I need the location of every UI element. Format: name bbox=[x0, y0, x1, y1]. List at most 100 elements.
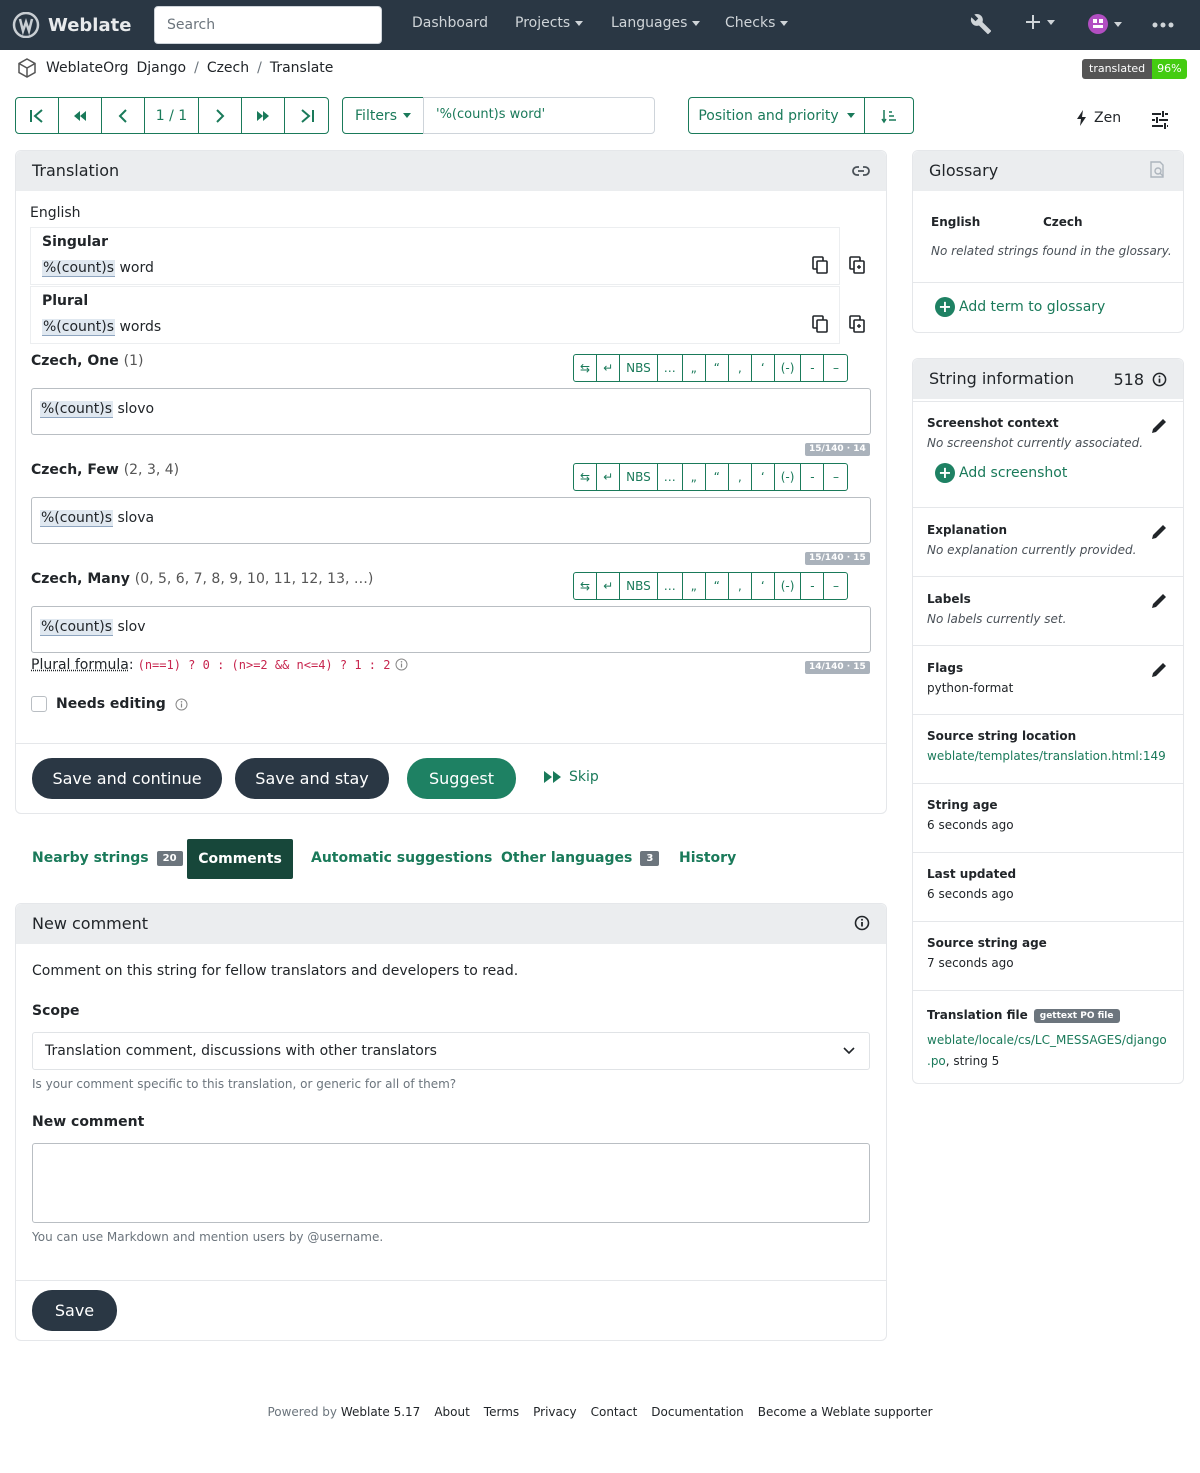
nav-checks[interactable]: Checks bbox=[725, 15, 789, 31]
next-button[interactable] bbox=[199, 98, 242, 133]
save-comment-button[interactable]: Save bbox=[32, 1290, 117, 1331]
placeholder-highlight[interactable]: %(count)s bbox=[40, 510, 114, 527]
tab-comments[interactable]: Comments bbox=[187, 839, 293, 879]
char-ellipsis-button[interactable]: … bbox=[658, 464, 683, 490]
char-tab-button[interactable]: ⇆ bbox=[574, 464, 598, 490]
char-dash-button[interactable]: – bbox=[824, 355, 847, 381]
char-dash-button[interactable]: – bbox=[824, 464, 847, 490]
footer-supporter-link[interactable]: Become a Weblate supporter bbox=[758, 1405, 933, 1419]
char-tab-button[interactable]: ⇆ bbox=[574, 355, 598, 381]
tab-automatic-suggestions[interactable]: Automatic suggestions bbox=[311, 850, 492, 866]
edit-icon[interactable] bbox=[1149, 591, 1169, 611]
clone-source-icon[interactable] bbox=[848, 315, 866, 333]
breadcrumb-language[interactable]: Czech bbox=[207, 60, 249, 76]
footer-privacy-link[interactable]: Privacy bbox=[533, 1405, 576, 1419]
char-single-high-button[interactable]: ‘ bbox=[752, 464, 775, 490]
footer-terms-link[interactable]: Terms bbox=[484, 1405, 519, 1419]
char-nbsp-button[interactable]: NBS bbox=[620, 355, 658, 381]
add-screenshot-button[interactable]: + Add screenshot bbox=[935, 463, 1067, 483]
info-icon[interactable] bbox=[395, 658, 408, 671]
char-quote-low-button[interactable]: „ bbox=[683, 464, 706, 490]
tab-other-languages[interactable]: Other languages 3 bbox=[501, 850, 660, 866]
position-counter[interactable]: 1 / 1 bbox=[145, 98, 199, 133]
save-and-continue-button[interactable]: Save and continue bbox=[32, 758, 222, 799]
char-ellipsis-button[interactable]: … bbox=[658, 573, 683, 599]
first-button[interactable] bbox=[16, 98, 59, 133]
edit-icon[interactable] bbox=[1149, 416, 1169, 436]
footer-about-link[interactable]: About bbox=[434, 1405, 469, 1419]
char-newline-button[interactable]: ↵ bbox=[597, 355, 621, 381]
info-icon[interactable] bbox=[854, 915, 870, 931]
char-quote-low-button[interactable]: „ bbox=[683, 355, 706, 381]
placeholder-highlight[interactable]: %(count)s bbox=[40, 401, 114, 418]
char-quote-high-button[interactable]: “ bbox=[706, 573, 729, 599]
scope-select[interactable]: Translation comment, discussions with ot… bbox=[32, 1032, 870, 1070]
last-button[interactable] bbox=[285, 98, 328, 133]
char-hyphen-button[interactable]: - bbox=[801, 573, 825, 599]
more-icon[interactable] bbox=[1152, 22, 1174, 28]
char-single-low-button[interactable]: ‚ bbox=[729, 573, 752, 599]
translation-file-link[interactable]: weblate/locale/cs/LC_MESSAGES/django bbox=[927, 1033, 1167, 1047]
copy-icon[interactable] bbox=[811, 256, 829, 274]
char-nbsp-button[interactable]: NBS bbox=[620, 464, 658, 490]
char-rtl-button[interactable]: (-) bbox=[775, 464, 802, 490]
zen-button[interactable]: Zen bbox=[1076, 110, 1121, 126]
rewind-button[interactable] bbox=[59, 98, 102, 133]
edit-icon[interactable] bbox=[1149, 660, 1169, 680]
tab-nearby-strings[interactable]: Nearby strings 20 bbox=[32, 850, 183, 866]
translated-badge[interactable]: translated 96% bbox=[1082, 59, 1187, 79]
needs-editing-checkbox[interactable]: Needs editing bbox=[31, 696, 188, 712]
char-quote-low-button[interactable]: „ bbox=[683, 573, 706, 599]
target-one-input[interactable]: %(count)s slovo bbox=[31, 388, 871, 435]
char-hyphen-button[interactable]: - bbox=[801, 464, 825, 490]
sort-dropdown[interactable]: Position and priority bbox=[688, 97, 865, 134]
nav-dashboard[interactable]: Dashboard bbox=[412, 15, 488, 31]
new-comment-textarea[interactable] bbox=[32, 1143, 870, 1223]
previous-button[interactable] bbox=[102, 98, 145, 133]
search-query-input[interactable]: '%(count)s word' bbox=[423, 97, 655, 134]
char-ellipsis-button[interactable]: … bbox=[658, 355, 683, 381]
info-icon[interactable] bbox=[1152, 372, 1167, 387]
placeholder-highlight[interactable]: %(count)s bbox=[42, 260, 116, 277]
char-rtl-button[interactable]: (-) bbox=[775, 355, 802, 381]
char-newline-button[interactable]: ↵ bbox=[597, 464, 621, 490]
fast-forward-button[interactable] bbox=[242, 98, 285, 133]
char-quote-high-button[interactable]: “ bbox=[706, 355, 729, 381]
tab-history[interactable]: History bbox=[679, 850, 736, 866]
footer-contact-link[interactable]: Contact bbox=[591, 1405, 638, 1419]
char-hyphen-button[interactable]: - bbox=[801, 355, 825, 381]
filters-dropdown[interactable]: Filters bbox=[342, 97, 424, 134]
info-icon[interactable] bbox=[175, 698, 188, 711]
skip-button[interactable]: Skip bbox=[543, 769, 599, 785]
placeholder-highlight[interactable]: %(count)s bbox=[40, 619, 114, 636]
char-tab-button[interactable]: ⇆ bbox=[574, 573, 598, 599]
translation-file-link-ext[interactable]: .po bbox=[927, 1054, 946, 1068]
char-dash-button[interactable]: – bbox=[824, 573, 847, 599]
placeholder-highlight[interactable]: %(count)s bbox=[42, 319, 116, 336]
copy-icon[interactable] bbox=[811, 315, 829, 333]
wrench-icon[interactable] bbox=[970, 13, 992, 35]
link-icon[interactable] bbox=[852, 162, 870, 180]
char-single-low-button[interactable]: ‚ bbox=[729, 355, 752, 381]
glossary-search-icon[interactable] bbox=[1147, 160, 1167, 180]
char-single-high-button[interactable]: ‘ bbox=[752, 355, 775, 381]
sort-direction-button[interactable] bbox=[864, 97, 914, 134]
breadcrumb-project[interactable]: WeblateOrg bbox=[46, 60, 129, 76]
checkbox[interactable] bbox=[31, 696, 47, 712]
brand-link[interactable]: Weblate bbox=[12, 12, 131, 38]
user-menu[interactable] bbox=[1087, 13, 1122, 35]
add-term-button[interactable]: + Add term to glossary bbox=[935, 297, 1105, 317]
char-rtl-button[interactable]: (-) bbox=[775, 573, 802, 599]
char-single-low-button[interactable]: ‚ bbox=[729, 464, 752, 490]
clone-source-icon[interactable] bbox=[848, 256, 866, 274]
nav-projects[interactable]: Projects bbox=[515, 15, 584, 31]
breadcrumb-component[interactable]: Django bbox=[137, 60, 187, 76]
target-many-input[interactable]: %(count)s slov bbox=[31, 606, 871, 653]
nav-languages[interactable]: Languages bbox=[611, 15, 701, 31]
suggest-button[interactable]: Suggest bbox=[407, 758, 516, 799]
char-single-high-button[interactable]: ‘ bbox=[752, 573, 775, 599]
tune-icon[interactable] bbox=[1150, 110, 1170, 130]
char-newline-button[interactable]: ↵ bbox=[597, 573, 621, 599]
add-menu[interactable] bbox=[1024, 13, 1055, 31]
footer-documentation-link[interactable]: Documentation bbox=[651, 1405, 744, 1419]
